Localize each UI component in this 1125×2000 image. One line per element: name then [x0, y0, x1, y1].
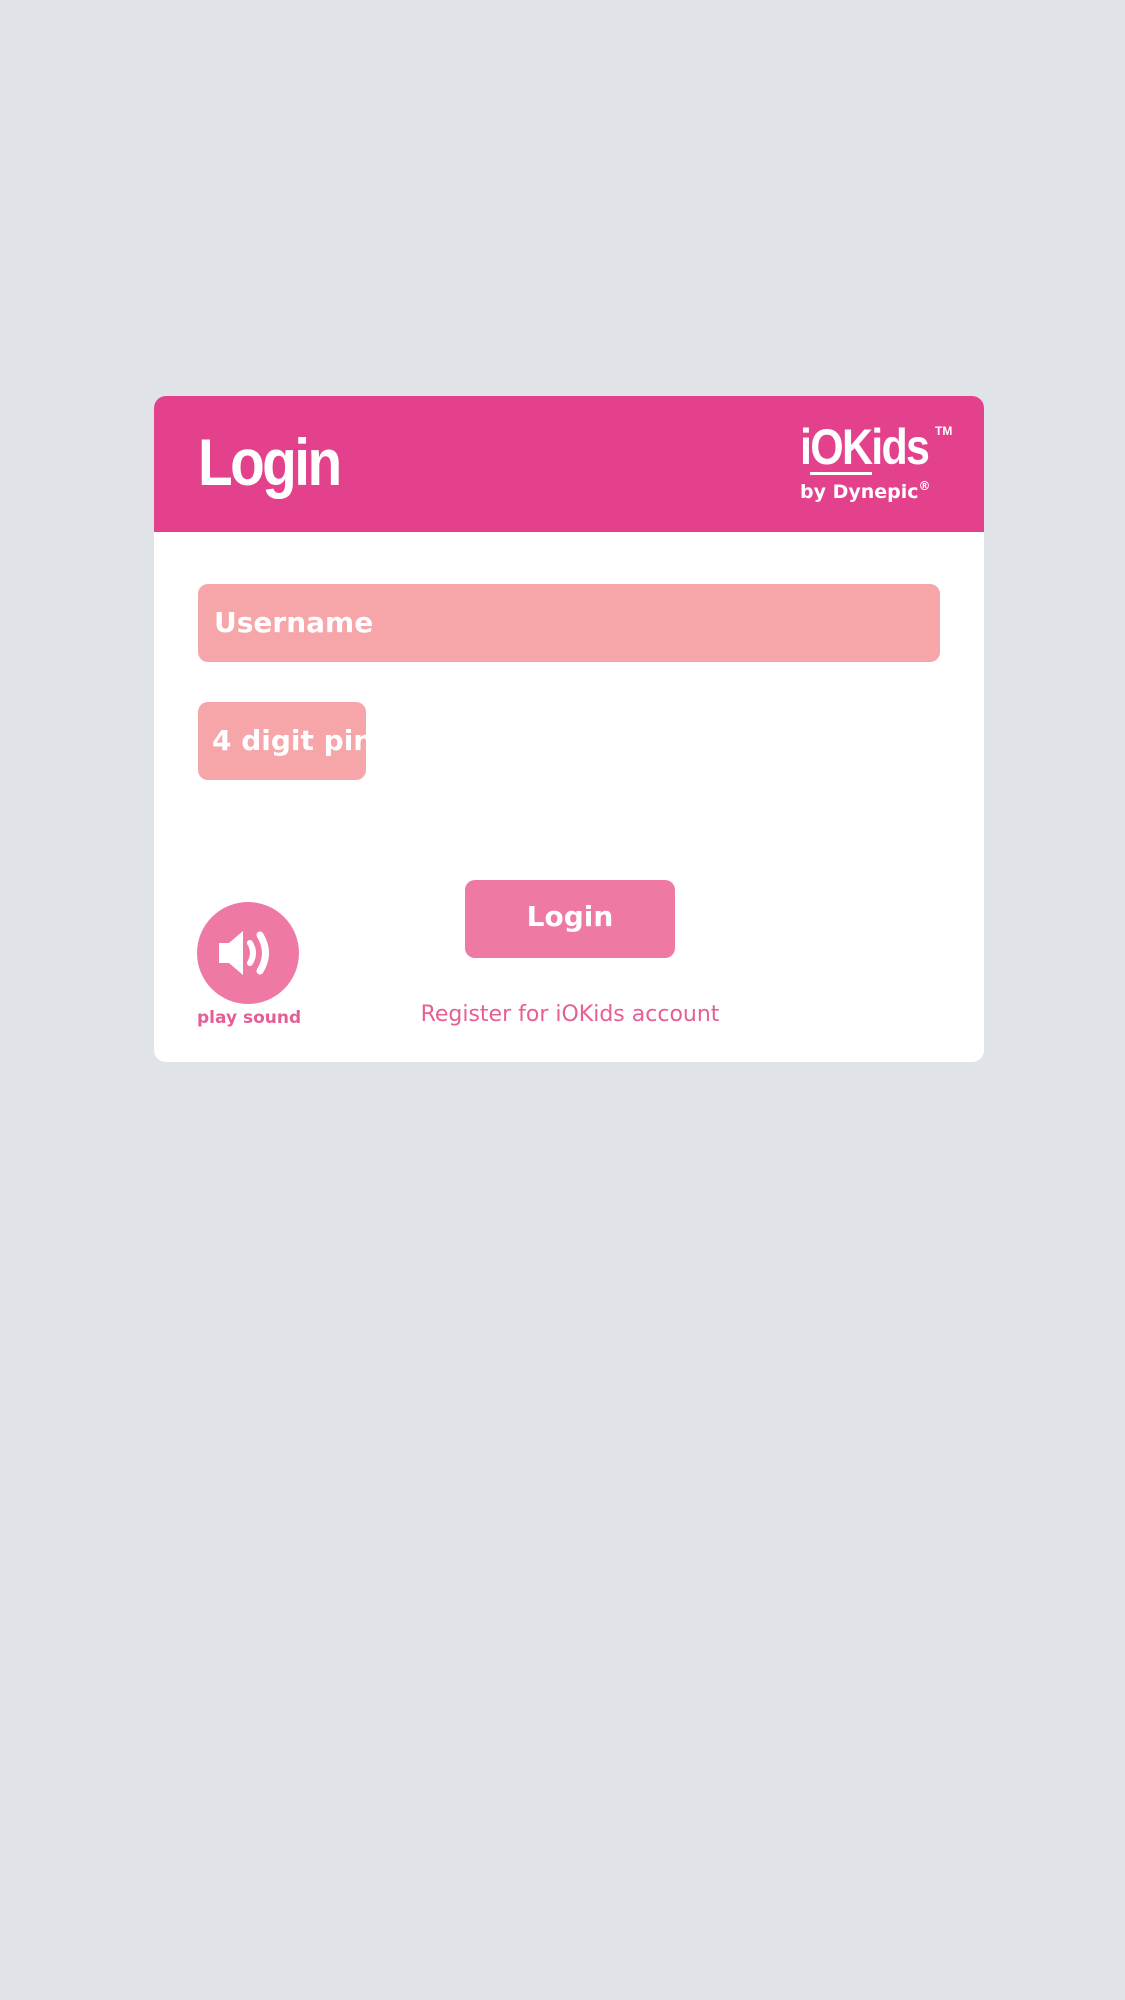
pin-input[interactable]: 4 digit pin	[198, 702, 373, 780]
card-header: Login iOKids TM by Dynepic®	[154, 396, 984, 532]
trademark-mark: TM	[935, 424, 953, 438]
login-card: Login iOKids TM by Dynepic® Username 4 d…	[154, 396, 984, 1062]
login-button[interactable]: Login	[465, 880, 675, 958]
play-sound-label: play sound	[197, 1008, 302, 1028]
brand-underline	[810, 472, 872, 475]
registered-mark: ®	[918, 479, 931, 493]
brand-name: iOKids	[800, 419, 930, 475]
brand-logo: iOKids TM by Dynepic®	[798, 418, 952, 518]
page-title: Login	[198, 425, 342, 499]
username-input[interactable]: Username	[198, 584, 940, 662]
speaker-icon	[219, 931, 269, 975]
register-link[interactable]: Register for iOKids account	[412, 1002, 728, 1027]
brand-byline-text: by Dynepic	[800, 481, 919, 503]
pin-placeholder: 4 digit pin	[212, 724, 374, 757]
brand-byline: by Dynepic®	[800, 479, 931, 503]
play-sound-button[interactable]	[197, 902, 299, 1004]
username-placeholder: Username	[214, 606, 374, 639]
